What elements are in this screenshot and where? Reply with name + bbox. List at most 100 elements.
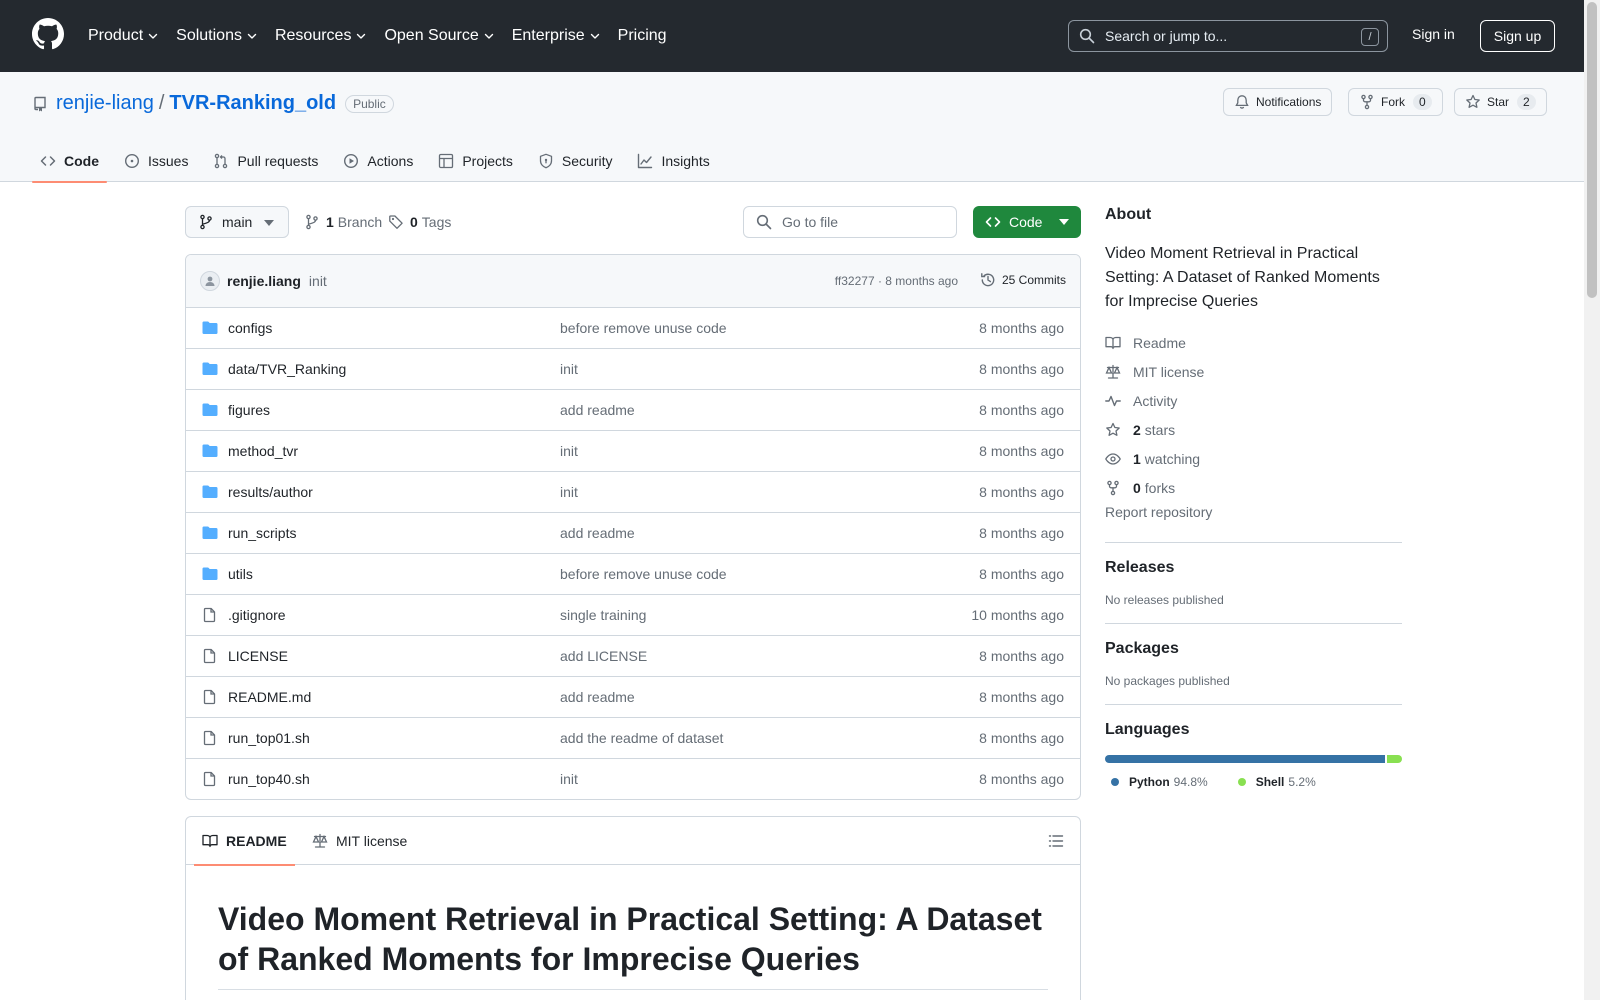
code-icon [985, 217, 1001, 227]
global-search[interactable]: Search or jump to... / [1068, 20, 1388, 52]
fork-button[interactable]: Fork 0 [1348, 88, 1443, 116]
table-row[interactable]: run_top01.sh add the readme of dataset 8 m… [186, 718, 1080, 759]
languages-heading: Languages [1105, 721, 1190, 738]
star-icon [1466, 94, 1480, 108]
repo-owner-link[interactable]: renjie-liang [56, 92, 154, 115]
top-nav-solutions[interactable]: Solutions [176, 27, 258, 45]
file-name-link[interactable]: run_scripts [228, 525, 296, 541]
file-commit-message-link[interactable]: init [560, 361, 578, 377]
sidebar-link-forks[interactable]: 0 forks [1105, 473, 1402, 502]
file-commit-message-link[interactable]: single training [560, 607, 646, 623]
sign-up-button[interactable]: Sign up [1480, 20, 1555, 52]
sidebar-link-readme[interactable]: Readme [1105, 328, 1402, 357]
tab-actions[interactable]: Actions [335, 140, 421, 182]
code-dropdown-button[interactable]: Code [973, 206, 1081, 238]
file-name-link[interactable]: .gitignore [228, 607, 286, 623]
page-scrollbar[interactable] [1584, 0, 1600, 1000]
notifications-button[interactable]: Notifications [1223, 88, 1333, 116]
file-commit-message-link[interactable]: before remove unuse code [560, 320, 727, 336]
repo-name-link[interactable]: TVR-Ranking_old [169, 92, 336, 115]
file-name-link[interactable]: figures [228, 402, 270, 418]
commits-link[interactable]: 25 Commits [980, 272, 1066, 288]
sidebar-link-watching[interactable]: 1 watching [1105, 444, 1402, 473]
table-row[interactable]: configs before remove unuse code 8 months … [186, 308, 1080, 349]
top-nav-pricing[interactable]: Pricing [618, 27, 667, 45]
github-logo-icon[interactable] [32, 18, 64, 50]
top-nav-enterprise[interactable]: Enterprise [512, 27, 601, 45]
sidebar-link-activity[interactable]: Activity [1105, 386, 1402, 415]
commit-message-link[interactable]: init [309, 273, 327, 289]
language-item-shell[interactable]: Shell 5.2% [1232, 775, 1316, 789]
file-name-link[interactable]: data/TVR_Ranking [228, 361, 346, 377]
file-commit-message-link[interactable]: add the readme of dataset [560, 730, 723, 746]
table-row[interactable]: run_top40.sh init 8 months ago [186, 759, 1080, 799]
tab-code[interactable]: Code [32, 140, 107, 183]
top-nav-open-source[interactable]: Open Source [384, 27, 494, 45]
file-name-link[interactable]: LICENSE [228, 648, 288, 664]
tab-label: Code [64, 153, 99, 169]
file-commit-time: 8 months ago [979, 361, 1064, 377]
list-outline-icon[interactable] [1048, 833, 1064, 849]
table-row[interactable]: .gitignore single training 10 months ago [186, 595, 1080, 636]
table-row[interactable]: method_tvr init 8 months ago [186, 431, 1080, 472]
table-row[interactable]: LICENSE add LICENSE 8 months ago [186, 636, 1080, 677]
table-row[interactable]: utils before remove unuse code 8 months ag… [186, 554, 1080, 595]
file-name-link[interactable]: method_tvr [228, 443, 298, 459]
tab-readme[interactable]: README [194, 817, 295, 866]
star-button[interactable]: Star 2 [1454, 88, 1547, 116]
file-name-link[interactable]: run_top01.sh [228, 730, 310, 746]
file-commit-message-link[interactable]: before remove unuse code [560, 566, 727, 582]
commit-hash-time[interactable]: ff32277 · 8 months ago [835, 274, 958, 288]
tab-security[interactable]: Security [530, 140, 621, 182]
file-commit-time: 8 months ago [979, 648, 1064, 664]
file-commit-message-link[interactable]: init [560, 443, 578, 459]
packages-heading[interactable]: Packages [1105, 640, 1402, 658]
file-commit-message-link[interactable]: add readme [560, 402, 635, 418]
search-placeholder: Search or jump to... [1105, 28, 1228, 44]
file-name-link[interactable]: README.md [228, 689, 311, 705]
sidebar-link-mit-license[interactable]: MIT license [1105, 357, 1402, 386]
file-name-link[interactable]: utils [228, 566, 253, 582]
table-row[interactable]: README.md add readme 8 months ago [186, 677, 1080, 718]
tab-projects[interactable]: Projects [430, 140, 521, 182]
table-row[interactable]: figures add readme 8 months ago [186, 390, 1080, 431]
branch-selector[interactable]: main [185, 206, 289, 238]
fork-label: Fork [1381, 95, 1405, 109]
releases-heading[interactable]: Releases [1105, 559, 1402, 577]
file-commit-message-link[interactable]: init [560, 771, 578, 787]
go-to-file-input[interactable]: Go to file [743, 206, 957, 238]
tab-license[interactable]: MIT license [312, 817, 407, 865]
star-count: 2 [1517, 94, 1536, 110]
sidebar-link-stars[interactable]: 2 stars [1105, 415, 1402, 444]
chevron-down-icon [357, 33, 366, 39]
file-name-link[interactable]: configs [228, 320, 272, 336]
branches-link[interactable]: 1 Branch [304, 214, 382, 230]
top-nav-product[interactable]: Product [88, 27, 159, 45]
top-nav-resources[interactable]: Resources [275, 27, 367, 45]
file-commit-message-link[interactable]: add LICENSE [560, 648, 647, 664]
file-commit-time: 8 months ago [979, 484, 1064, 500]
repo-header: renjie-liang / TVR-Ranking_old Public No… [0, 72, 1584, 183]
file-name-link[interactable]: run_top40.sh [228, 771, 310, 787]
table-row[interactable]: data/TVR_Ranking init 8 months ago [186, 349, 1080, 390]
file-commit-message-link[interactable]: add readme [560, 525, 635, 541]
avatar[interactable] [200, 271, 220, 291]
pulse-icon [1105, 395, 1121, 406]
table-row[interactable]: run_scripts add readme 8 months ago [186, 513, 1080, 554]
folder-icon [202, 485, 218, 498]
file-commit-message-link[interactable]: init [560, 484, 578, 500]
tab-issues[interactable]: Issues [116, 140, 196, 182]
file-commit-message-link[interactable]: add readme [560, 689, 635, 705]
sign-in-link[interactable]: Sign in [1412, 26, 1455, 42]
tags-link[interactable]: 0 Tags [388, 214, 451, 230]
commit-author-link[interactable]: renjie.liang [227, 273, 301, 289]
tab-pull-requests[interactable]: Pull requests [205, 140, 326, 182]
file-type-icon [202, 402, 218, 418]
file-name-link[interactable]: results/author [228, 484, 313, 500]
issue-icon [124, 153, 140, 169]
tab-insights[interactable]: Insights [629, 140, 717, 182]
table-row[interactable]: results/author init 8 months ago [186, 472, 1080, 513]
language-item-python[interactable]: Python 94.8% [1105, 775, 1208, 789]
scrollbar-thumb[interactable] [1587, 2, 1597, 298]
report-repository-link[interactable]: Report repository [1105, 504, 1402, 532]
